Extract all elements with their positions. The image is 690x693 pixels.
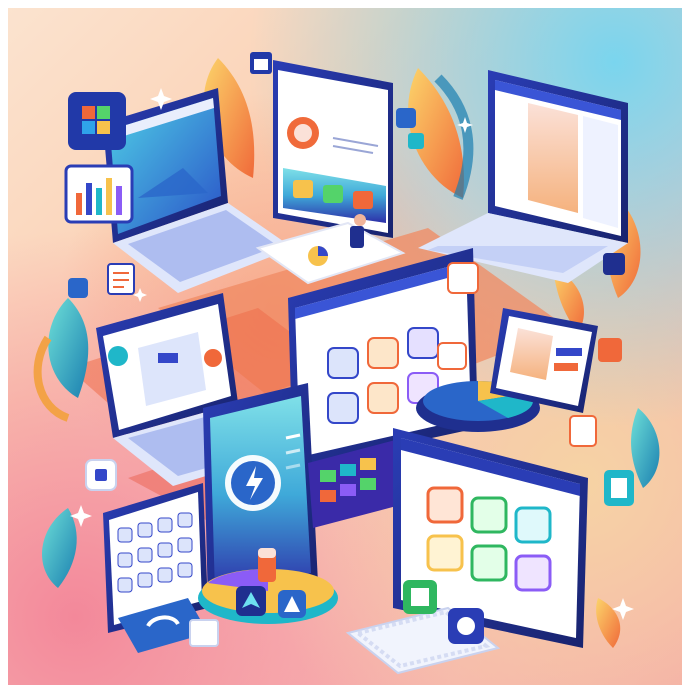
windows-logo-icon (68, 92, 126, 150)
bar-chart-icon (64, 164, 134, 224)
illustration-canvas (8, 8, 682, 685)
document-window-top-center (273, 60, 393, 238)
calendar-icon (250, 52, 272, 74)
isometric-devices-illustration (33, 52, 660, 675)
